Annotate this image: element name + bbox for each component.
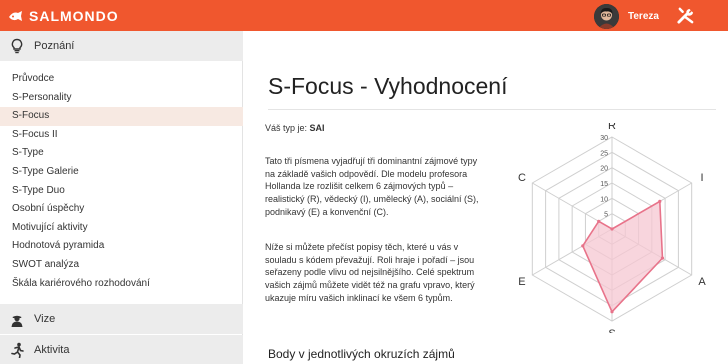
data-point [658,199,662,203]
brand-logo[interactable]: SALMONDO [8,0,119,31]
person-icon [11,315,23,327]
tools-icon[interactable] [676,6,695,25]
type-value: SAI [309,123,325,133]
salmondo-logo-icon [9,10,22,21]
user-name: Tereza [628,10,659,22]
data-point [660,256,665,260]
explanation-paragraph: Níže si můžete přečíst popisy těch, kter… [265,242,475,303]
sidebar-item-skala-karieroveho-rozhodovani[interactable]: Škála kariérového rozhodování [0,275,243,294]
section-subheading: Body v jednotlivých okruzích zájmů [268,347,455,361]
sidebar-item-s-focus-ii[interactable]: S-Focus II [0,126,243,145]
data-point [581,244,585,248]
sidebar-item-s-focus[interactable]: S-Focus [0,107,243,126]
sidebar-item-s-type[interactable]: S-Type [0,144,243,163]
sidebar-item-pruvodce[interactable]: Průvodce [0,70,243,89]
intro-paragraph: Tato tři písmena vyjadřují tři dominantn… [265,156,479,217]
tick-label: 20 [600,166,608,173]
sidebar-section-vize[interactable]: Vize [0,304,243,334]
lightbulb-icon [11,38,23,54]
category-label: S [608,328,615,333]
category-label: A [698,276,706,288]
category-label: E [518,276,525,288]
tick-label: 25 [600,150,608,157]
page-title: S-Focus - Vyhodnocení [268,73,508,99]
category-label: C [518,172,526,184]
sidebar-section-label: Aktivita [34,344,70,356]
sidebar-section-label: Poznání [34,40,75,52]
tick-label: 5 [604,212,608,219]
user-avatar[interactable] [594,3,619,29]
data-point [597,219,601,223]
sidebar-section-poznani[interactable]: Poznání [0,31,243,61]
data-point [610,227,614,231]
sidebar-section-label: Vize [34,313,56,325]
type-result: Váš typ je: SAI [265,123,325,133]
sidebar-section-aktivita[interactable]: Aktivita [0,335,243,364]
tick-label: 30 [600,135,608,142]
category-label: R [608,123,616,132]
running-person-icon [11,342,24,358]
sidebar-menu: Průvodce S-Personality S-Focus S-Focus I… [0,70,243,293]
category-label: I [701,172,704,184]
sidebar-item-motivujici-aktivity[interactable]: Motivující aktivity [0,219,243,238]
tick-label: 10 [600,196,608,203]
sidebar-item-swot-analyza[interactable]: SWOT analýza [0,256,243,275]
top-bar: SALMONDO Tereza [0,0,728,31]
sidebar-item-osobni-uspechy[interactable]: Osobní úspěchy [0,200,243,219]
sidebar-item-s-personality[interactable]: S-Personality [0,89,243,108]
sidebar: Poznání Průvodce S-Personality S-Focus S… [0,31,243,364]
sidebar-item-s-type-duo[interactable]: S-Type Duo [0,182,243,201]
brand-name: SALMONDO [29,7,119,24]
radar-chart: 5 10 15 20 25 30R I A S E C [518,123,706,333]
tick-label: 15 [600,181,608,188]
sidebar-item-hodnotova-pyramida[interactable]: Hodnotová pyramida [0,237,243,256]
type-prefix: Váš typ je: [265,123,308,133]
data-point [610,310,614,314]
user-menu[interactable]: Tereza [594,3,659,29]
title-divider [268,109,716,110]
main-content: S-Focus - Vyhodnocení Váš typ je: SAI Ta… [244,31,728,364]
sidebar-item-s-type-galerie[interactable]: S-Type Galerie [0,163,243,182]
